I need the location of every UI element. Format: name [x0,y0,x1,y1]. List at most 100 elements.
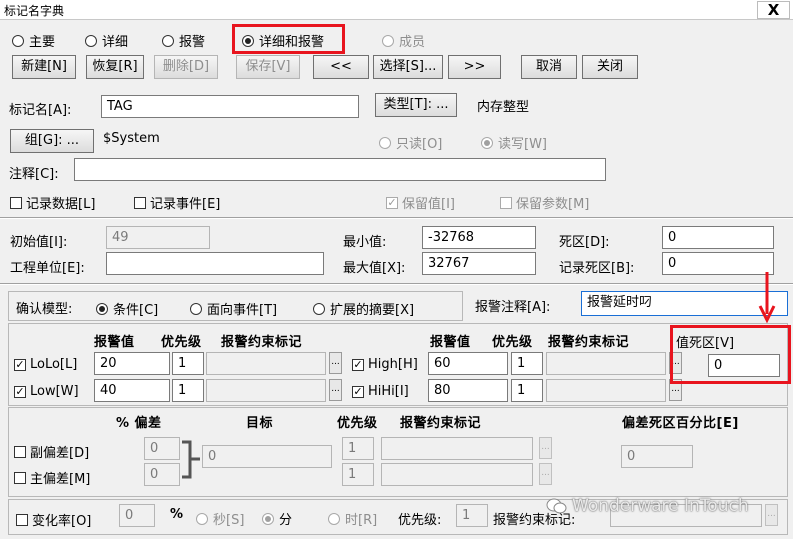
lo-col-priority-header: 优先级 [161,335,202,350]
dev-deadband-input: 0 [621,445,693,468]
tag-name-label: 标记名[A]: [9,103,72,118]
retentive-value-checkbox: ✓ 保留值[I] [386,193,455,212]
roc-percent-symbol: % [170,507,184,522]
lolo-priority-input[interactable]: 1 [172,352,204,375]
new-button[interactable]: 新建[N] [12,55,76,79]
major-dev-browse-button: ... [539,463,552,485]
next-button[interactable]: >> [448,55,501,79]
high-value-input[interactable]: 60 [428,352,508,375]
minor-dev-inhibitor-input [381,437,533,460]
radio-label: 读写[W] [498,137,547,152]
down-arrow-icon [758,272,776,324]
deadband-input[interactable]: 0 [662,226,774,249]
hi-col-priority-header: 优先级 [492,335,533,350]
highlight-box-view-mode [232,24,345,54]
prev-button[interactable]: << [313,55,369,79]
alarm-comment-input[interactable]: 报警延时叼 [581,291,788,316]
type-button[interactable]: 类型[T]: ... [375,93,457,117]
comment-label: 注释[C]: [9,167,59,182]
radio-circle-icon [328,512,340,525]
radio-selected-icon [96,302,108,315]
view-members-radio: 成员 [382,31,425,50]
ack-expanded-radio[interactable]: 扩展的摘要[X] [313,299,414,318]
divider [0,283,793,285]
deadband-label: 死区[D]: [559,235,610,250]
high-priority-input[interactable]: 1 [511,352,543,375]
hihi-inhibitor-input [546,379,666,402]
title-bar: 标记名字典 X [0,0,793,20]
watermark-text: Wonderware InTouch [572,496,749,516]
view-main-radio[interactable]: 主要 [12,31,55,50]
close-button[interactable]: 关闭 [582,55,638,79]
high-inhibitor-input [546,352,666,375]
low-checkbox[interactable]: ✓ Low[W] [14,384,79,399]
radio-circle-icon [196,512,208,525]
low-priority-input[interactable]: 1 [172,379,204,402]
radio-circle-icon [85,34,97,47]
lolo-value-input[interactable]: 20 [94,352,170,375]
readonly-radio: 只读[O] [379,133,442,152]
roc-value-input: 0 [119,504,155,527]
checkbox-icon [134,196,146,209]
ack-event-radio[interactable]: 面向事件[T] [190,299,277,318]
radio-label: 主要 [29,35,56,50]
checkbox-label: High[H] [368,357,418,372]
ack-condition-radio[interactable]: 条件[C] [96,299,158,318]
radio-label: 时[R] [345,513,378,528]
high-checkbox[interactable]: ✓ High[H] [352,357,418,372]
target-input: 0 [202,445,332,468]
roc-priority-input: 1 [456,504,488,527]
roc-min-radio: 分 [262,509,292,528]
checkbox-label: 主偏差[M] [30,472,91,487]
group-button[interactable]: 组[G]: ... [10,129,94,153]
min-value-input[interactable]: -32768 [422,226,536,249]
tag-name-input[interactable]: TAG [101,95,359,118]
log-data-checkbox[interactable]: 记录数据[L] [10,193,95,212]
hihi-checkbox[interactable]: ✓ HiHi[I] [352,384,409,399]
lolo-browse-button[interactable]: ... [329,352,342,374]
select-button[interactable]: 选择[S]... [373,55,443,79]
roc-checkbox[interactable]: 变化率[O] [16,510,91,529]
eng-units-label: 工程单位[E]: [10,261,85,276]
group-value: $System [103,131,160,146]
pct-dev-header: % 偏差 [116,416,162,431]
roc-priority-label: 优先级: [398,513,442,528]
minor-dev-browse-button: ... [539,437,552,459]
alarm-comment-label: 报警注释[A]: [475,300,551,315]
wechat-logo-icon [546,498,567,514]
radio-label: 报警 [179,35,206,50]
cancel-button[interactable]: 取消 [521,55,577,79]
lolo-checkbox[interactable]: ✓ LoLo[L] [14,357,77,372]
close-window-button[interactable]: X [757,1,790,19]
radio-circle-icon [313,302,325,315]
radio-circle-icon [382,34,394,47]
radio-label: 详细 [102,35,129,50]
restore-button[interactable]: 恢复[R] [86,55,144,79]
checkbox-icon [500,196,512,209]
major-dev-inhibitor-input [381,463,533,486]
log-deadband-label: 记录死区[B]: [559,261,635,276]
hihi-value-input[interactable]: 80 [428,379,508,402]
checkbox-label: HiHi[I] [368,384,409,399]
view-alarm-radio[interactable]: 报警 [162,31,205,50]
minor-dev-checkbox[interactable]: 副偏差[D] [14,442,89,461]
checkbox-icon [16,513,28,526]
checkbox-label: 保留值[I] [402,197,455,212]
max-value-input[interactable]: 32767 [422,252,536,275]
lo-col-value-header: 报警值 [94,335,135,350]
low-browse-button[interactable]: ... [329,379,342,401]
checkmark-icon: ✓ [14,357,26,371]
comment-input[interactable] [74,158,606,181]
view-detail-radio[interactable]: 详细 [85,31,128,50]
major-dev-checkbox[interactable]: 主偏差[M] [14,468,90,487]
radio-label: 分 [279,513,293,528]
eng-units-input[interactable] [106,252,324,275]
checkmark-icon: ✓ [14,384,26,398]
checkbox-label: 记录数据[L] [26,197,96,212]
log-events-checkbox[interactable]: 记录事件[E] [134,193,220,212]
low-value-input[interactable]: 40 [94,379,170,402]
hihi-priority-input[interactable]: 1 [511,379,543,402]
radio-circle-icon [12,34,24,47]
max-value-label: 最大值[X]: [343,261,406,276]
radio-label: 扩展的摘要[X] [330,303,415,318]
